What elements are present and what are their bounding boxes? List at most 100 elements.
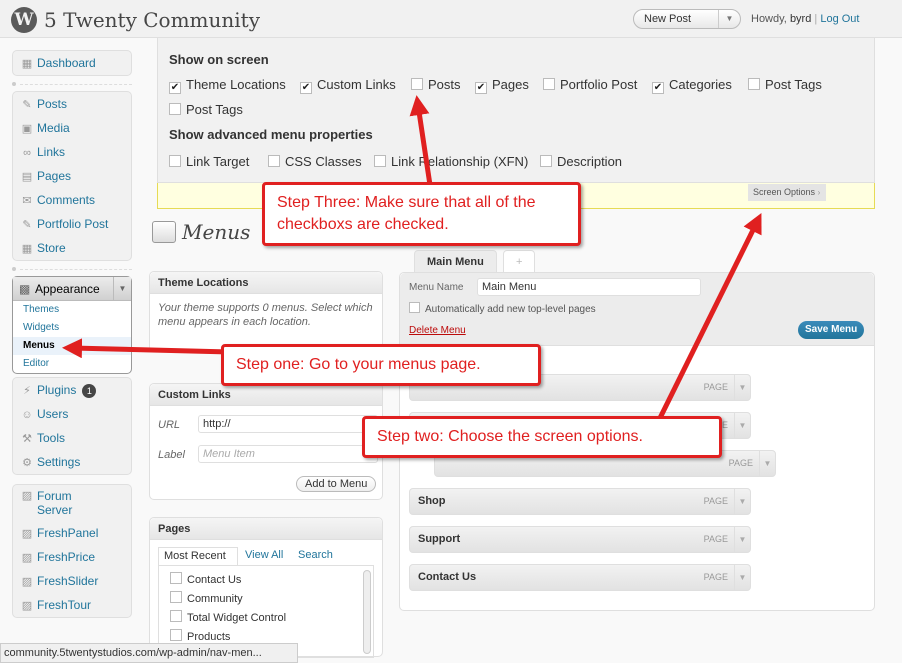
sidebar-item-users[interactable]: ☺ Users (13, 402, 131, 426)
checkbox[interactable] (170, 572, 182, 584)
sidebar-item-posts[interactable]: ✎ Posts (13, 92, 131, 116)
menu-item[interactable]: Support PAGE ▼ (409, 526, 751, 553)
menu-item[interactable]: Shop PAGE ▼ (409, 488, 751, 515)
sidebar-item-media[interactable]: ▣ Media (13, 116, 131, 140)
custom-links-title[interactable]: Custom Links (150, 384, 382, 406)
checkbox-css-classes[interactable]: CSS Classes (268, 154, 362, 169)
checkbox[interactable] (170, 629, 182, 641)
screen-options-tab[interactable]: Screen Options › (748, 184, 826, 201)
checkbox-portfolio-post[interactable]: Portfolio Post (543, 77, 637, 92)
add-menu-tab[interactable]: + (503, 250, 536, 272)
list-item[interactable]: Products (170, 629, 230, 643)
label-input[interactable]: Menu Item (198, 445, 378, 463)
sidebar-item-plugins[interactable]: ⚡ Plugins 1 (13, 378, 131, 402)
checkbox-custom-links[interactable]: ✔ Custom Links (300, 77, 396, 94)
custom-links-box: Custom Links URL http:// Label Menu Item… (149, 383, 383, 500)
checkbox[interactable] (170, 591, 182, 603)
wordpress-logo-icon[interactable]: W (11, 7, 37, 33)
auto-add-pages-checkbox[interactable]: Automatically add new top-level pages (409, 302, 596, 315)
sidebar-item-freshslider[interactable]: ▨ FreshSlider (13, 569, 131, 593)
checkbox[interactable] (170, 610, 182, 622)
submenu-item-menus[interactable]: Menus (13, 337, 131, 355)
checkbox[interactable] (543, 78, 555, 90)
delete-menu-link[interactable]: Delete Menu (409, 325, 466, 336)
sidebar-item-label: Links (37, 145, 66, 159)
checkbox-description[interactable]: Description (540, 154, 622, 169)
checkbox[interactable] (268, 155, 280, 167)
sidebar-item-settings[interactable]: ⚙ Settings (13, 450, 131, 474)
scrollbar[interactable] (363, 570, 371, 654)
users-icon: ☺ (21, 409, 33, 421)
sidebar-item-links[interactable]: ∞ Links (13, 140, 131, 164)
sidebar-item-label: FreshSlider (37, 574, 99, 588)
tab-view-all[interactable]: View All (245, 549, 283, 561)
list-item[interactable]: Community (170, 591, 243, 605)
menu-name-input[interactable]: Main Menu (477, 278, 701, 296)
sidebar-item-freshpanel[interactable]: ▨ FreshPanel (13, 521, 131, 545)
favorite-actions-dropdown[interactable]: New Post ▼ (633, 9, 741, 29)
checkbox[interactable]: ✔ (475, 82, 487, 94)
checkbox-pages[interactable]: ✔ Pages (475, 77, 529, 94)
checkbox[interactable] (409, 302, 420, 313)
sidebar-item-freshprice[interactable]: ▨ FreshPrice (13, 545, 131, 569)
checkbox[interactable] (169, 103, 181, 115)
chevron-down-icon[interactable]: ▼ (113, 277, 131, 300)
tab-main-menu[interactable]: Main Menu (414, 250, 497, 272)
checkbox-label: Description (557, 154, 623, 169)
sidebar-item-forum-server[interactable]: ▨ Forum Server (13, 485, 131, 521)
chevron-down-icon[interactable]: ▼ (734, 527, 750, 552)
list-item[interactable]: Contact Us (170, 572, 241, 586)
theme-locations-title[interactable]: Theme Locations (150, 272, 382, 294)
pages-box-title[interactable]: Pages (150, 518, 382, 540)
list-item[interactable]: Total Widget Control (170, 610, 286, 624)
user-name-link[interactable]: byrd (790, 13, 811, 25)
checkbox[interactable]: ✔ (652, 82, 664, 94)
checkbox-post-tags[interactable]: Post Tags (748, 77, 822, 92)
sidebar-item-label: FreshPanel (37, 526, 99, 540)
url-input[interactable]: http:// (198, 415, 378, 433)
checkbox[interactable] (374, 155, 386, 167)
menu-item-type: PAGE (703, 382, 728, 392)
tab-most-recent[interactable]: Most Recent (158, 547, 238, 565)
site-title[interactable]: 5 Twenty Community (44, 8, 260, 32)
chevron-down-icon[interactable]: ▼ (734, 375, 750, 400)
chevron-down-icon[interactable]: ▼ (734, 565, 750, 590)
checkbox[interactable] (411, 78, 423, 90)
chevron-down-icon[interactable]: ▼ (718, 10, 740, 28)
fresh-icon: ▨ (21, 552, 33, 564)
checkbox[interactable] (169, 155, 181, 167)
menu-editor-header: Menu Name Main Menu Automatically add ne… (400, 273, 874, 346)
submenu-item-themes[interactable]: Themes (13, 301, 131, 319)
submenu-item-editor[interactable]: Editor (13, 355, 131, 373)
checkbox[interactable] (748, 78, 760, 90)
checkbox-categories[interactable]: ✔ Categories (652, 77, 732, 94)
chevron-down-icon[interactable]: ▼ (734, 413, 750, 438)
checkbox-posts[interactable]: Posts (411, 77, 461, 92)
checkbox-link-relationship[interactable]: Link Relationship (XFN) (374, 154, 528, 169)
checkbox-label: Pages (492, 77, 529, 92)
sidebar-item-comments[interactable]: ✉ Comments (13, 188, 131, 212)
sidebar-item-pages[interactable]: ▤ Pages (13, 164, 131, 188)
sidebar-item-tools[interactable]: ⚒ Tools (13, 426, 131, 450)
checkbox[interactable]: ✔ (169, 82, 181, 94)
sidebar-item-store[interactable]: ▦ Store (13, 236, 131, 260)
menu-item[interactable]: Contact Us PAGE ▼ (409, 564, 751, 591)
checkbox-post-tags-2[interactable]: Post Tags (169, 102, 243, 117)
chevron-down-icon[interactable]: ▼ (734, 489, 750, 514)
menu-name-label: Menu Name (409, 282, 464, 293)
checkbox[interactable]: ✔ (300, 82, 312, 94)
tab-search[interactable]: Search (298, 549, 333, 561)
sidebar-item-appearance[interactable]: ▩ Appearance ▼ (13, 277, 131, 301)
chevron-down-icon[interactable]: ▼ (759, 451, 775, 476)
page-name: Products (187, 631, 231, 643)
add-to-menu-button[interactable]: Add to Menu (296, 476, 377, 492)
sidebar-item-dashboard[interactable]: ▦ Dashboard (13, 51, 131, 75)
sidebar-item-portfolio-post[interactable]: ✎ Portfolio Post (13, 212, 131, 236)
submenu-item-widgets[interactable]: Widgets (13, 319, 131, 337)
checkbox[interactable] (540, 155, 552, 167)
checkbox-link-target[interactable]: Link Target (169, 154, 249, 169)
checkbox-theme-locations[interactable]: ✔ Theme Locations (169, 77, 286, 94)
save-menu-button[interactable]: Save Menu (798, 321, 865, 339)
logout-link[interactable]: Log Out (820, 13, 859, 25)
sidebar-item-freshtour[interactable]: ▨ FreshTour (13, 593, 131, 617)
